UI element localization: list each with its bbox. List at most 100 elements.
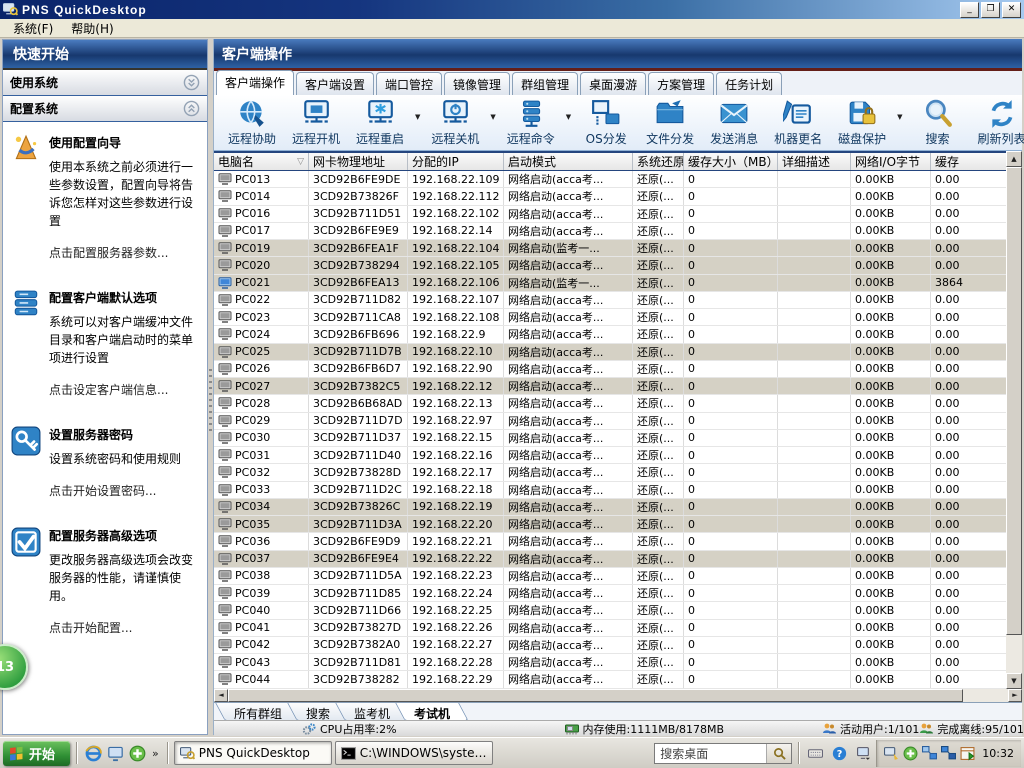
column-header-启动模式[interactable]: 启动模式 — [504, 153, 633, 170]
sidebar-item-link[interactable]: 点击开始配置... — [49, 619, 201, 636]
tab-端口管控[interactable]: 端口管控 — [376, 72, 442, 95]
table-row[interactable]: PC0273CD92B7382C5192.168.22.12网络启动(acca考… — [214, 378, 1007, 395]
vertical-scroll-thumb[interactable] — [1006, 167, 1022, 635]
toolbar-button-发送消息[interactable]: 发送消息 — [702, 98, 766, 148]
table-row[interactable]: PC0303CD92B711D37192.168.22.15网络启动(acca考… — [214, 430, 1007, 447]
column-header-缓存大小（MB）[interactable]: 缓存大小（MB） — [684, 153, 778, 170]
sidebar-item-link[interactable]: 点击配置服务器参数... — [49, 244, 201, 261]
group-tab-考试机[interactable]: 考试机 — [400, 703, 464, 721]
toolbar-button-远程重启[interactable]: 远程重启 — [348, 98, 412, 148]
column-header-分配的IP[interactable]: 分配的IP — [408, 153, 504, 170]
table-row[interactable]: PC0193CD92B6FEA1F192.168.22.104网络启动(监考一.… — [214, 240, 1007, 257]
scroll-up-icon[interactable]: ▲ — [1006, 151, 1022, 167]
group-tab-监考机[interactable]: 监考机 — [340, 703, 404, 721]
toolbar-button-磁盘保护[interactable]: 磁盘保护 — [830, 98, 894, 148]
toolbar-button-远程命令[interactable]: 远程命令 — [499, 98, 563, 148]
taskbar-task-C:\WINDOWS\system32...[interactable]: C:\WINDOWS\system32... — [335, 741, 493, 765]
toolbar-button-机器更名[interactable]: 机器更名 — [766, 98, 830, 148]
tab-桌面漫游[interactable]: 桌面漫游 — [580, 72, 646, 95]
network-icon[interactable] — [922, 746, 937, 761]
table-row[interactable]: PC0163CD92B711D51192.168.22.102网络启动(acca… — [214, 206, 1007, 223]
chevron-down-icon[interactable]: ▼ — [563, 113, 574, 121]
table-row[interactable]: PC0443CD92B738282192.168.22.29网络启动(acca考… — [214, 671, 1007, 688]
table-row[interactable]: PC0423CD92B7382A0192.168.22.27网络启动(acca考… — [214, 637, 1007, 654]
table-row[interactable]: PC0213CD92B6FEA13192.168.22.106网络启动(监考一.… — [214, 275, 1007, 292]
close-button[interactable]: ✕ — [1002, 2, 1021, 18]
horizontal-scrollbar[interactable]: ◄ ► — [214, 689, 1022, 702]
horizontal-scroll-thumb[interactable] — [228, 689, 963, 702]
table-row[interactable]: PC0313CD92B711D40192.168.22.16网络启动(acca考… — [214, 447, 1007, 464]
column-header-网卡物理地址[interactable]: 网卡物理地址 — [309, 153, 408, 170]
chevron-double-up-icon[interactable] — [183, 100, 200, 117]
chevron-down-icon[interactable]: ▼ — [487, 113, 498, 121]
column-header-详细描述[interactable]: 详细描述 — [778, 153, 851, 170]
ie-icon[interactable] — [83, 743, 103, 763]
start-button[interactable]: 开始 — [3, 741, 70, 766]
network2-icon[interactable] — [941, 746, 956, 761]
sidebar-item-link[interactable]: 点击开始设置密码... — [49, 482, 181, 499]
tab-方案管理[interactable]: 方案管理 — [648, 72, 714, 95]
taskbar-task-PNS QuickDesktop[interactable]: PNS QuickDesktop — [174, 741, 332, 765]
table-row[interactable]: PC0293CD92B711D7D192.168.22.97网络启动(acca考… — [214, 413, 1007, 430]
scroll-left-icon[interactable]: ◄ — [214, 689, 228, 702]
toolbar-button-搜索[interactable]: 搜索 — [906, 98, 970, 148]
scheduler-icon[interactable] — [960, 746, 975, 761]
keyboard-icon[interactable] — [805, 743, 825, 763]
tab-镜像管理[interactable]: 镜像管理 — [444, 72, 510, 95]
green-plus-icon[interactable] — [903, 746, 918, 761]
table-row[interactable]: PC0373CD92B6FE9E4192.168.22.22网络启动(acca考… — [214, 551, 1007, 568]
search-go-button[interactable] — [766, 744, 791, 763]
menu-item-1[interactable]: 帮助(H) — [62, 18, 122, 39]
restore-button[interactable]: ❐ — [981, 2, 1000, 18]
help-icon[interactable]: ? — [829, 743, 849, 763]
green-plus-icon[interactable] — [127, 743, 147, 763]
table-row[interactable]: PC0413CD92B73827D192.168.22.26网络启动(acca考… — [214, 620, 1007, 637]
column-header-系统还原[interactable]: 系统还原 — [633, 153, 684, 170]
pns-tray-icon[interactable] — [884, 746, 899, 761]
table-row[interactable]: PC0233CD92B711CA8192.168.22.108网络启动(acca… — [214, 309, 1007, 326]
table-row[interactable]: PC0243CD92B6FB696192.168.22.9网络启动(acca考.… — [214, 326, 1007, 343]
tab-客户端操作[interactable]: 客户端操作 — [216, 70, 294, 95]
table-row[interactable]: PC0253CD92B711D7B192.168.22.10网络启动(acca考… — [214, 344, 1007, 361]
table-row[interactable]: PC0283CD92B6B68AD192.168.22.13网络启动(acca考… — [214, 395, 1007, 412]
chevron-down-icon[interactable]: ▼ — [412, 113, 423, 121]
column-header-网络I/O字节[interactable]: 网络I/O字节 — [851, 153, 931, 170]
scroll-right-icon[interactable]: ► — [1008, 689, 1022, 702]
minimize-button[interactable]: _ — [960, 2, 979, 18]
menu-item-0[interactable]: 系统(F) — [4, 18, 62, 39]
table-row[interactable]: PC0223CD92B711D82192.168.22.107网络启动(acca… — [214, 292, 1007, 309]
chevron-down-icon[interactable]: ▼ — [894, 113, 905, 121]
table-row[interactable]: PC0433CD92B711D81192.168.22.28网络启动(acca考… — [214, 654, 1007, 671]
column-header-缓存[interactable]: 缓存 — [931, 153, 1007, 170]
table-row[interactable]: PC0353CD92B711D3A192.168.22.20网络启动(acca考… — [214, 516, 1007, 533]
toolbar-button-OS分发[interactable]: OS分发 — [574, 98, 638, 148]
table-row[interactable]: PC0343CD92B73826C192.168.22.19网络启动(acca考… — [214, 499, 1007, 516]
display-icon[interactable] — [853, 743, 873, 763]
scroll-down-icon[interactable]: ▼ — [1006, 673, 1022, 689]
toolbar-button-远程关机[interactable]: 远程关机 — [423, 98, 487, 148]
toolbar-button-刷新列表[interactable]: 刷新列表 — [970, 98, 1024, 148]
table-row[interactable]: PC0143CD92B73826F192.168.22.112网络启动(acca… — [214, 188, 1007, 205]
sidebar-section-配置系统[interactable]: 配置系统 — [3, 96, 207, 122]
show-desktop-icon[interactable] — [105, 743, 125, 763]
vertical-scrollbar[interactable]: ▲ ▼ — [1006, 151, 1022, 689]
chevron-double-down-icon[interactable] — [183, 74, 200, 91]
table-row[interactable]: PC0323CD92B73828D192.168.22.17网络启动(acca考… — [214, 464, 1007, 481]
table-row[interactable]: PC0363CD92B6FE9D9192.168.22.21网络启动(acca考… — [214, 533, 1007, 550]
sidebar-section-使用系统[interactable]: 使用系统 — [3, 70, 207, 96]
tab-群组管理[interactable]: 群组管理 — [512, 72, 578, 95]
table-row[interactable]: PC0403CD92B711D66192.168.22.25网络启动(acca考… — [214, 602, 1007, 619]
toolbar-button-文件分发[interactable]: 文件分发 — [638, 98, 702, 148]
column-header-电脑名[interactable]: 电脑名▽ — [214, 153, 309, 170]
table-row[interactable]: PC0383CD92B711D5A192.168.22.23网络启动(acca考… — [214, 568, 1007, 585]
table-row[interactable]: PC0333CD92B711D2C192.168.22.18网络启动(acca考… — [214, 482, 1007, 499]
group-tab-所有群组[interactable]: 所有群组 — [220, 703, 296, 721]
table-row[interactable]: PC0393CD92B711D85192.168.22.24网络启动(acca考… — [214, 585, 1007, 602]
toolbar-button-远程协助[interactable]: 远程协助 — [220, 98, 284, 148]
sidebar-item-link[interactable]: 点击设定客户端信息... — [49, 381, 201, 398]
table-row[interactable]: PC0173CD92B6FE9E9192.168.22.14网络启动(acca考… — [214, 223, 1007, 240]
desktop-search-input[interactable]: 搜索桌面 — [654, 743, 792, 764]
quicklaunch-overflow-chevron[interactable]: » — [150, 747, 161, 760]
tab-任务计划[interactable]: 任务计划 — [716, 72, 782, 95]
tab-客户端设置[interactable]: 客户端设置 — [296, 72, 374, 95]
